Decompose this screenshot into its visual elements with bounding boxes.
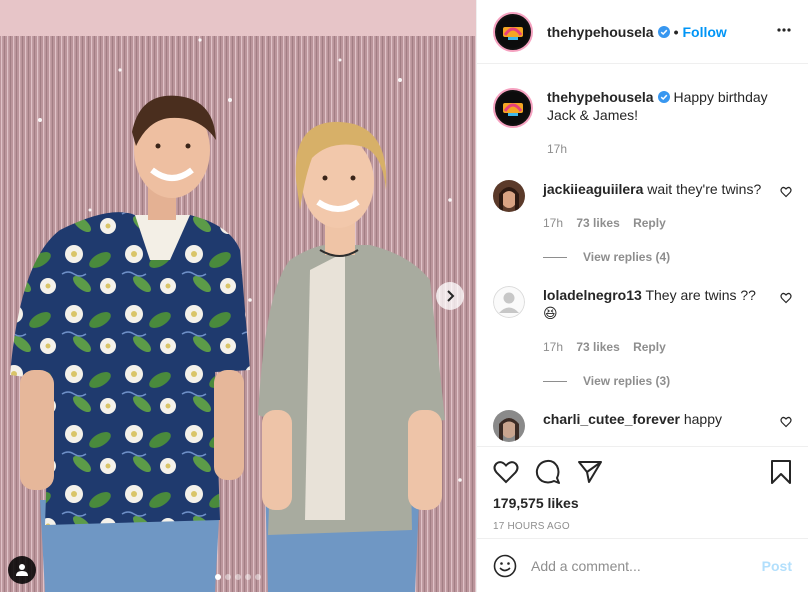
comment-item: charli_cutee_forever happy bbox=[493, 410, 792, 442]
carousel-dot bbox=[225, 574, 231, 580]
save-button[interactable] bbox=[770, 459, 792, 485]
caption-body: thehypehousela Happy birthday Jack & Jam… bbox=[547, 88, 792, 158]
heart-icon[interactable] bbox=[780, 186, 792, 198]
post-side-panel: thehypehousela • Follow thehypehousela H… bbox=[476, 0, 808, 592]
comment-icon bbox=[535, 459, 560, 484]
comment-time: 17h bbox=[543, 216, 564, 230]
next-slide-button[interactable] bbox=[436, 282, 464, 310]
comment-meta: 17h 73 likes Reply bbox=[543, 214, 763, 232]
avatar[interactable] bbox=[493, 180, 525, 212]
more-options-icon[interactable] bbox=[776, 22, 792, 38]
view-replies-label: View replies (4) bbox=[583, 250, 671, 264]
reply-button[interactable]: Reply bbox=[633, 216, 666, 230]
reply-button[interactable]: Reply bbox=[633, 340, 666, 354]
carousel-dot bbox=[235, 574, 241, 580]
share-icon bbox=[578, 461, 602, 483]
comments-list[interactable]: thehypehousela Happy birthday Jack & Jam… bbox=[477, 64, 808, 444]
replies-divider bbox=[543, 256, 567, 258]
avatar[interactable] bbox=[493, 88, 533, 128]
heart-icon[interactable] bbox=[780, 292, 792, 304]
post-comment-button[interactable]: Post bbox=[762, 558, 792, 574]
avatar[interactable] bbox=[493, 286, 525, 318]
comment-likes[interactable]: 73 likes bbox=[576, 216, 619, 230]
carousel-indicator bbox=[0, 574, 476, 580]
comment-button[interactable] bbox=[535, 459, 561, 485]
follow-button[interactable]: Follow bbox=[683, 24, 727, 40]
comment-body: jackiieaguiilera wait they're twins? 17h… bbox=[543, 180, 763, 232]
like-button[interactable] bbox=[493, 460, 519, 484]
logo-avatar-inner bbox=[497, 92, 529, 124]
photo-illustration bbox=[0, 0, 476, 592]
comment-text: wait they're twins? bbox=[647, 181, 762, 197]
avatar[interactable] bbox=[493, 11, 533, 52]
bookmark-icon bbox=[771, 460, 791, 484]
action-icons bbox=[493, 447, 792, 497]
comment-emoji: 😆 bbox=[543, 305, 558, 321]
avatar-photo bbox=[493, 180, 525, 212]
likes-count[interactable]: 179,575 likes bbox=[493, 495, 792, 511]
carousel-dot bbox=[245, 574, 251, 580]
next-arrow-icon bbox=[447, 290, 455, 302]
heart-icon bbox=[493, 461, 519, 484]
avatar-photo bbox=[493, 410, 525, 442]
comment-username[interactable]: loladelnegro13 bbox=[543, 287, 642, 303]
post-header: thehypehousela • Follow bbox=[477, 0, 808, 64]
comment-item: jackiieaguiilera wait they're twins? 17h… bbox=[493, 180, 792, 232]
post-photo[interactable] bbox=[0, 0, 476, 592]
post-timestamp[interactable]: 17 HOURS AGO bbox=[493, 521, 792, 532]
comment-body: charli_cutee_forever happy bbox=[543, 410, 763, 442]
verified-icon bbox=[657, 25, 670, 38]
carousel-dot bbox=[215, 574, 221, 580]
comment-text: happy bbox=[683, 411, 723, 427]
carousel-dot bbox=[255, 574, 261, 580]
comment-username[interactable]: charli_cutee_forever bbox=[543, 411, 680, 427]
view-replies-label: View replies (3) bbox=[583, 374, 671, 388]
heart-icon[interactable] bbox=[780, 416, 792, 428]
post-actions: 179,575 likes 17 HOURS AGO bbox=[477, 446, 808, 532]
avatar[interactable] bbox=[493, 410, 525, 442]
hype-house-logo bbox=[503, 103, 523, 116]
add-comment-bar: Post bbox=[477, 538, 808, 592]
comment-body: loladelnegro13 They are twins ?? 😆 17h 7… bbox=[543, 286, 763, 356]
comment-time: 17h bbox=[543, 340, 564, 354]
caption-username[interactable]: thehypehousela bbox=[547, 89, 654, 105]
logo-avatar-inner bbox=[497, 15, 529, 48]
comment-meta: 17h 73 likes Reply bbox=[543, 338, 763, 356]
header-username[interactable]: thehypehousela bbox=[547, 24, 654, 40]
hype-house-logo bbox=[503, 26, 523, 40]
comment-item: loladelnegro13 They are twins ?? 😆 17h 7… bbox=[493, 286, 792, 356]
comment-input[interactable] bbox=[531, 557, 762, 574]
post-viewer: thehypehousela • Follow thehypehousela H… bbox=[0, 0, 808, 592]
replies-divider bbox=[543, 380, 567, 382]
comment-username[interactable]: jackiieaguiilera bbox=[543, 181, 643, 197]
view-replies-button[interactable]: View replies (3) bbox=[543, 374, 792, 388]
default-avatar-icon bbox=[493, 286, 525, 318]
emoji-icon[interactable] bbox=[493, 554, 517, 578]
caption: thehypehousela Happy birthday Jack & Jam… bbox=[493, 64, 792, 158]
share-button[interactable] bbox=[577, 460, 603, 484]
comment-likes[interactable]: 73 likes bbox=[576, 340, 619, 354]
caption-time: 17h bbox=[547, 142, 568, 156]
view-replies-button[interactable]: View replies (4) bbox=[543, 250, 792, 264]
header-separator: • bbox=[673, 23, 679, 40]
comment-text: They are twins ?? bbox=[645, 287, 756, 303]
verified-icon bbox=[657, 91, 670, 103]
